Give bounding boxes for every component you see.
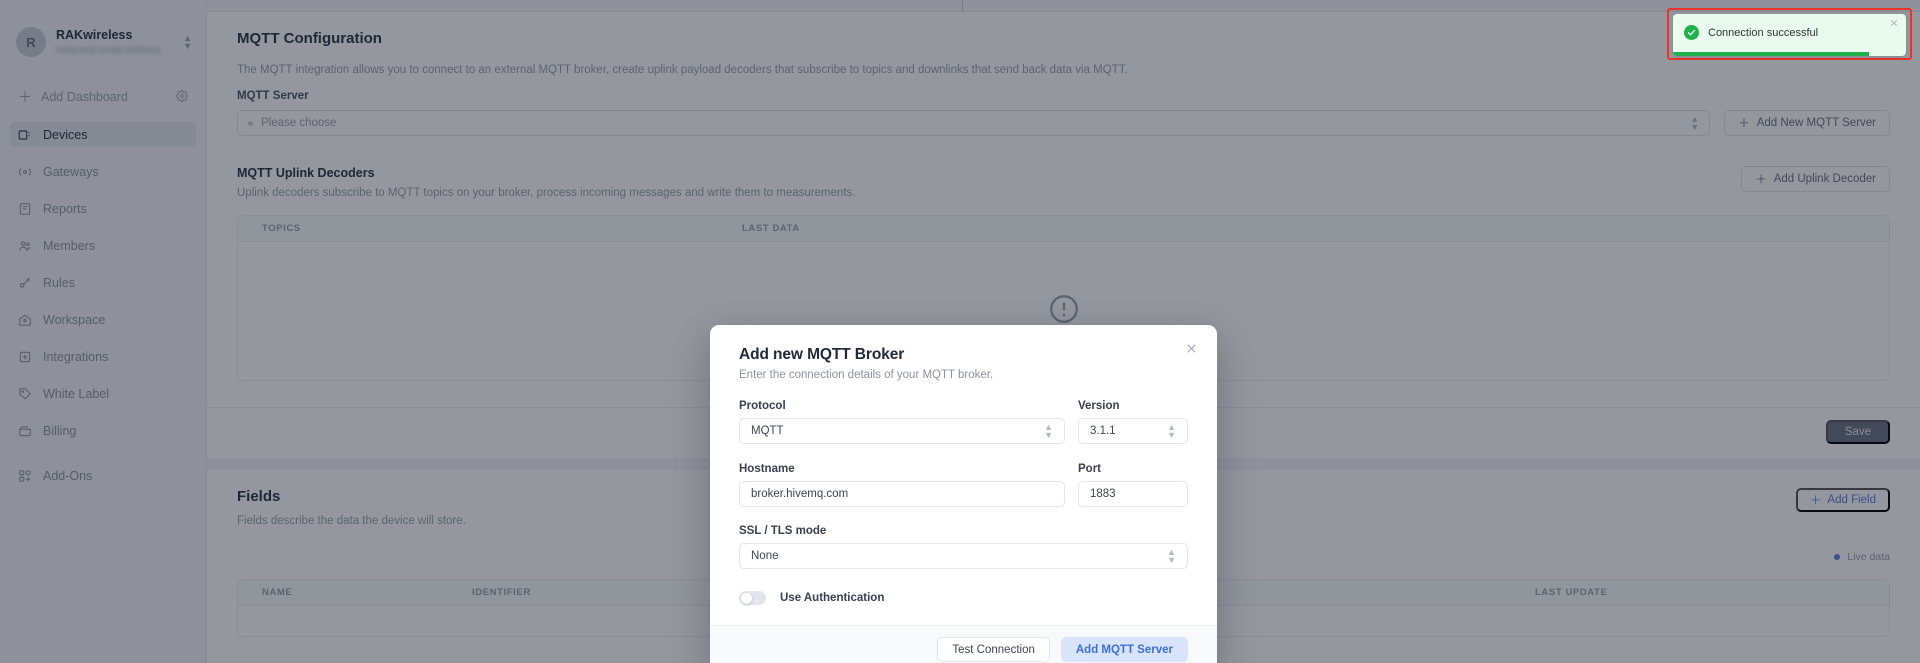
version-value: 3.1.1 [1090,425,1116,437]
toast-notification: Connection successful [1673,14,1906,56]
use-authentication-toggle[interactable] [739,591,766,605]
protocol-group: Protocol MQTT ▲ ▼ [739,400,1065,444]
dialog-subtitle: Enter the connection details of your MQT… [739,369,994,381]
protocol-version-row: Protocol MQTT ▲ ▼ Version 3.1.1 ▲ ▼ [739,400,1188,444]
port-value: 1883 [1090,488,1116,500]
hostname-port-row: Hostname broker.hivemq.com Port 1883 [739,463,1188,507]
add-mqtt-server-button[interactable]: Add MQTT Server [1060,637,1188,662]
dialog-footer: Test Connection Add MQTT Server [710,625,1217,663]
hostname-input[interactable]: broker.hivemq.com [739,481,1065,507]
version-group: Version 3.1.1 ▲ ▼ [1078,400,1188,444]
port-input[interactable]: 1883 [1078,481,1188,507]
close-icon[interactable] [1889,18,1899,31]
ssl-tls-label: SSL / TLS mode [739,525,827,537]
protocol-select[interactable]: MQTT ▲ ▼ [739,418,1065,444]
ssl-tls-group: SSL / TLS mode None ▲ ▼ [739,525,1188,569]
hostname-value: broker.hivemq.com [751,488,849,500]
hostname-label: Hostname [739,463,795,475]
dialog-body: Add new MQTT Broker Enter the connection… [710,325,1217,625]
use-authentication-row: Use Authentication [739,591,1188,605]
protocol-label: Protocol [739,400,786,412]
dialog-title: Add new MQTT Broker [739,346,905,363]
toast-progress-bar [1673,52,1869,56]
test-connection-button[interactable]: Test Connection [937,637,1050,662]
toast-message: Connection successful [1708,26,1819,39]
port-group: Port 1883 [1078,463,1188,507]
add-mqtt-broker-dialog: Add new MQTT Broker Enter the connection… [710,325,1217,663]
ssl-tls-select[interactable]: None ▲ ▼ [739,543,1188,569]
version-label: Version [1078,400,1120,412]
toggle-knob [740,592,752,604]
close-icon[interactable] [1182,339,1200,357]
protocol-value: MQTT [751,425,784,437]
chevron-up-down-icon: ▲ ▼ [1167,422,1176,440]
screen-root: R RAKwireless redacted-email-address ▲ ▼ … [0,0,1920,663]
port-label: Port [1078,463,1101,475]
check-circle-icon [1684,25,1699,40]
toast-content: Connection successful [1673,14,1906,40]
chevron-up-down-icon: ▲ ▼ [1167,547,1176,565]
hostname-group: Hostname broker.hivemq.com [739,463,1065,507]
use-authentication-label: Use Authentication [780,592,885,604]
version-select[interactable]: 3.1.1 ▲ ▼ [1078,418,1188,444]
chevron-up-down-icon: ▲ ▼ [1044,422,1053,440]
ssl-tls-value: None [751,550,779,562]
toast-highlight-box: Connection successful [1667,8,1912,60]
